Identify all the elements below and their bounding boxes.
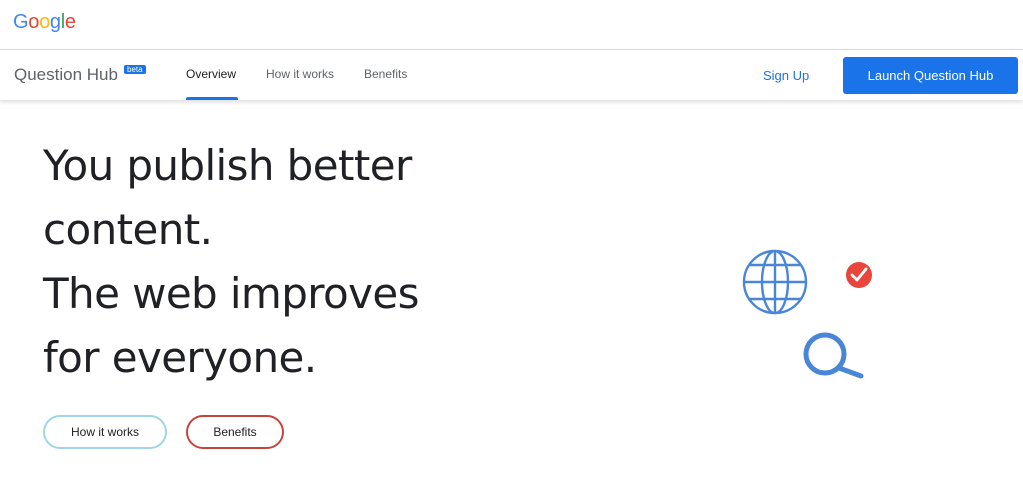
magnifier-icon (803, 332, 864, 379)
product-nav: Question Hub beta Overview How it works … (0, 50, 1023, 100)
logo-letter: o (28, 11, 40, 33)
logo-letter: G (13, 11, 29, 33)
beta-badge: beta (124, 65, 146, 74)
headline-line: for everyone. (43, 333, 317, 382)
logo-letter: o (39, 11, 50, 33)
product-name[interactable]: Question Hub (14, 65, 118, 85)
hero-illustration (742, 249, 872, 379)
hero-headline: You publish better content. The web impr… (43, 134, 513, 390)
tab-how-it-works[interactable]: How it works (266, 67, 334, 81)
headline-line: You publish better (43, 141, 412, 190)
how-it-works-button[interactable]: How it works (43, 415, 167, 449)
launch-question-hub-button[interactable]: Launch Question Hub (843, 57, 1018, 94)
google-header: Google (0, 0, 1023, 50)
benefits-button[interactable]: Benefits (186, 415, 284, 449)
headline-line: content. (43, 205, 213, 254)
google-logo[interactable]: Google (13, 11, 76, 34)
logo-letter: e (64, 11, 76, 33)
tab-benefits[interactable]: Benefits (364, 67, 407, 81)
globe-icon (742, 249, 808, 315)
headline-line: The web improves (43, 269, 420, 318)
check-circle-icon (846, 262, 872, 288)
page: Google Question Hub beta Overview How it… (0, 0, 1023, 491)
sign-up-link[interactable]: Sign Up (763, 68, 809, 83)
active-tab-indicator (186, 97, 238, 100)
logo-letter: g (49, 11, 61, 33)
tab-overview[interactable]: Overview (186, 67, 236, 81)
